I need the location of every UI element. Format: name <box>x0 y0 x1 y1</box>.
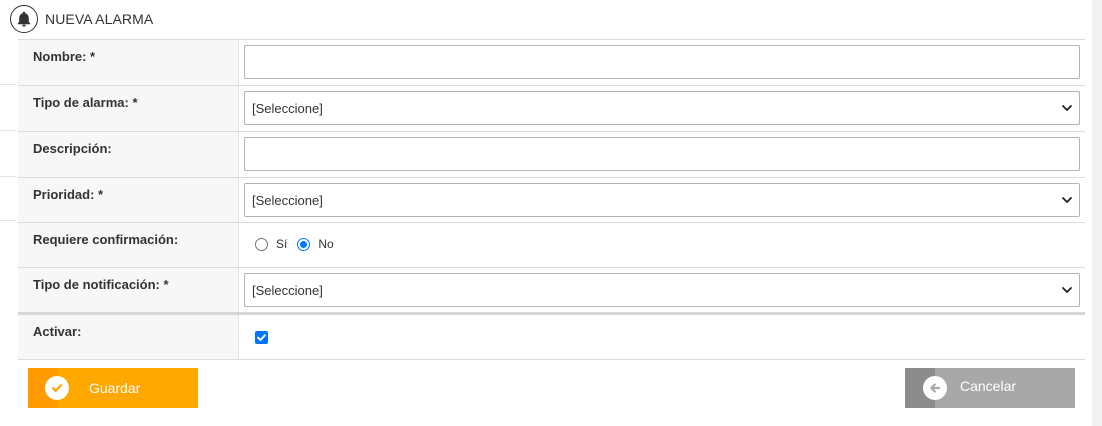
tipo-notificacion-label: Tipo de notificación: * <box>18 268 239 312</box>
prioridad-select[interactable]: [Seleccione] <box>244 183 1080 217</box>
radio-no-label: No <box>318 237 334 251</box>
requiere-confirmacion-label: Requiere confirmación: <box>18 223 239 267</box>
save-button-label: Guardar <box>89 380 141 396</box>
alarm-form: Nombre: * Tipo de alarma: * [Seleccione]… <box>18 39 1085 360</box>
cancel-button[interactable]: Cancelar <box>905 368 1075 408</box>
form-row-descripcion: Descripción: <box>18 132 1085 178</box>
prioridad-label: Prioridad: * <box>18 178 239 222</box>
tipo-alarma-selected: [Seleccione] <box>252 101 323 116</box>
form-row-activar: Activar: <box>18 315 1085 360</box>
confirmation-radio-group: Sí No <box>255 237 344 251</box>
divider <box>0 84 16 85</box>
divider <box>0 176 16 177</box>
activar-checkbox[interactable] <box>255 331 268 344</box>
nombre-label: Nombre: * <box>18 40 239 85</box>
descripcion-input[interactable] <box>244 137 1080 171</box>
activar-label: Activar: <box>18 315 239 359</box>
tipo-alarma-select[interactable]: [Seleccione] <box>244 91 1080 125</box>
form-row-nombre: Nombre: * <box>18 40 1085 86</box>
radio-si-label: Sí <box>276 237 288 251</box>
page-scroll-gutter <box>1092 0 1102 426</box>
cancel-button-label: Cancelar <box>960 378 1017 394</box>
chevron-down-icon <box>1062 197 1072 203</box>
nombre-input[interactable] <box>244 45 1080 79</box>
form-row-requiere-confirmacion: Requiere confirmación: Sí No <box>18 223 1085 268</box>
chevron-down-icon <box>1062 287 1072 293</box>
tipo-notificacion-select[interactable]: [Seleccione] <box>244 273 1080 307</box>
form-row-prioridad: Prioridad: * [Seleccione] <box>18 178 1085 223</box>
arrow-left-icon <box>923 376 947 400</box>
descripcion-label: Descripción: <box>18 132 239 177</box>
radio-no[interactable] <box>297 237 311 251</box>
page-header: NUEVA ALARMA <box>10 4 153 34</box>
radio-si[interactable] <box>255 237 268 251</box>
chevron-down-icon <box>1062 105 1072 111</box>
checkmark-icon <box>257 334 266 341</box>
bell-icon <box>10 5 38 33</box>
tipo-notificacion-selected: [Seleccione] <box>252 283 323 298</box>
form-row-tipo-alarma: Tipo de alarma: * [Seleccione] <box>18 86 1085 132</box>
form-row-tipo-notificacion: Tipo de notificación: * [Seleccione] <box>18 268 1085 315</box>
divider <box>0 130 16 131</box>
tipo-alarma-label: Tipo de alarma: * <box>18 86 239 131</box>
prioridad-selected: [Seleccione] <box>252 193 323 208</box>
divider <box>0 220 16 221</box>
check-circle-icon <box>45 376 69 400</box>
save-button[interactable]: Guardar <box>28 368 198 408</box>
page-title: NUEVA ALARMA <box>45 11 154 27</box>
